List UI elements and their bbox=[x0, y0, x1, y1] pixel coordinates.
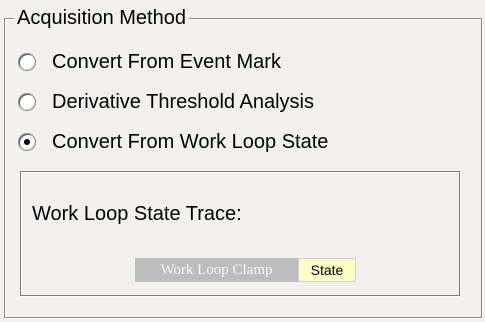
work-loop-state-trace-label: Work Loop State Trace: bbox=[32, 203, 242, 225]
option-convert-from-work-loop-state-label[interactable]: Convert From Work Loop State bbox=[52, 130, 328, 154]
option-convert-from-work-loop-state[interactable]: Convert From Work Loop State bbox=[18, 129, 328, 155]
work-loop-state-trace-panel: Work Loop State Trace: Work Loop Clamp S… bbox=[20, 171, 460, 296]
radio-button-selected-icon[interactable] bbox=[18, 133, 36, 151]
option-convert-from-event-mark-label[interactable]: Convert From Event Mark bbox=[52, 50, 281, 74]
work-loop-clamp-segment: Work Loop Clamp bbox=[135, 258, 298, 282]
radio-button-icon[interactable] bbox=[18, 53, 36, 71]
acquisition-method-title: Acquisition Method bbox=[14, 6, 189, 30]
state-segment: State bbox=[298, 258, 356, 282]
option-derivative-threshold-analysis[interactable]: Derivative Threshold Analysis bbox=[18, 89, 314, 115]
option-convert-from-event-mark[interactable]: Convert From Event Mark bbox=[18, 49, 281, 75]
option-derivative-threshold-analysis-label[interactable]: Derivative Threshold Analysis bbox=[52, 90, 314, 114]
state-trace-strip: Work Loop Clamp State bbox=[135, 258, 356, 282]
radio-button-icon[interactable] bbox=[18, 93, 36, 111]
